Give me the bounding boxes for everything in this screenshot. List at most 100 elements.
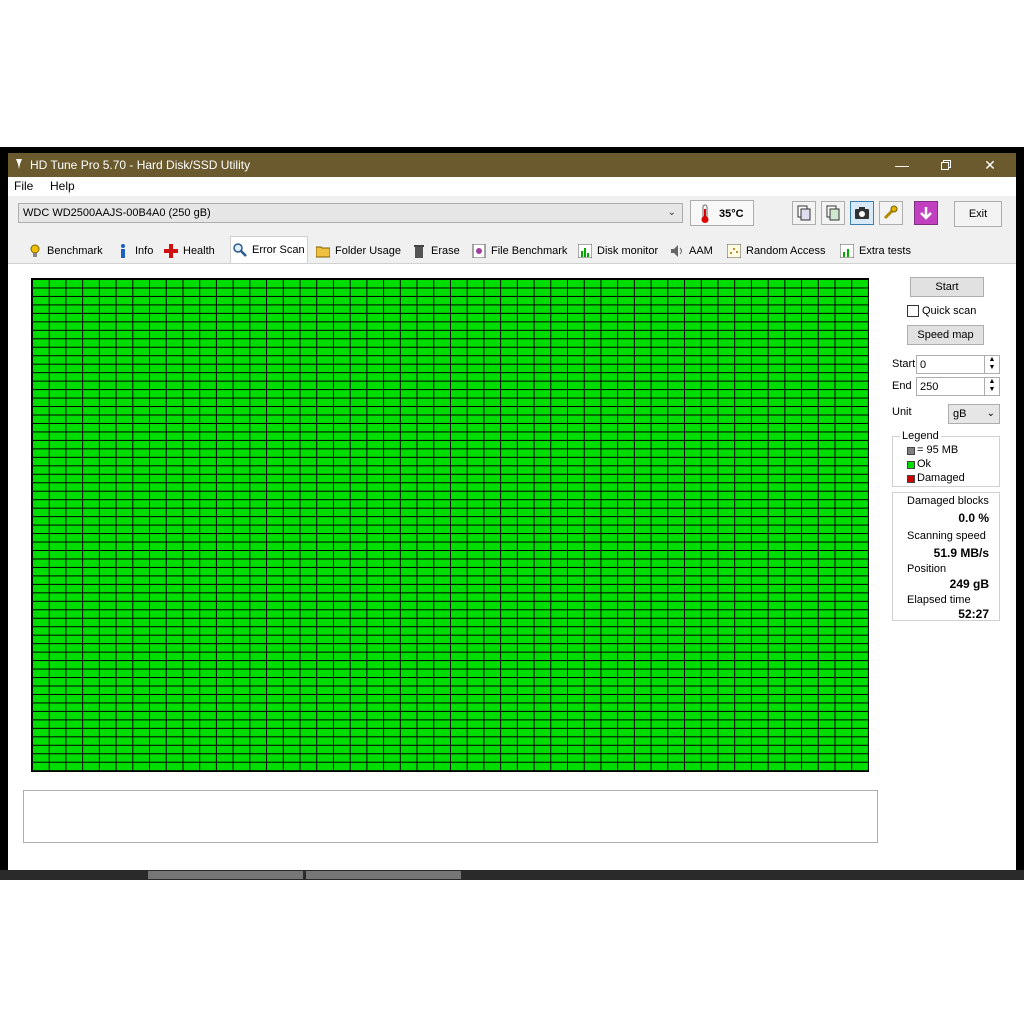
tab-error-scan[interactable]: Error Scan [230,236,308,263]
chevron-down-icon: ⌄ [667,207,676,218]
tab-label: Erase [431,245,460,257]
tab-benchmark[interactable]: Benchmark [28,239,103,263]
save-download-button[interactable] [914,201,938,225]
drive-select-value: WDC WD2500AAJS-00B4A0 (250 gB) [23,207,211,219]
scan-log-box [23,790,878,843]
health-cross-icon [164,244,178,258]
copy-info-button[interactable] [792,201,816,225]
magnifier-icon [233,243,247,257]
extra-tests-icon [840,244,854,258]
tab-label: File Benchmark [491,245,568,257]
tab-random-access[interactable]: Random Access [727,239,825,263]
spin-down-icon[interactable]: ▼ [985,364,999,372]
spinner-arrows[interactable]: ▲ ▼ [984,356,999,373]
options-button[interactable] [879,201,903,225]
tab-file-benchmark[interactable]: File Benchmark [472,239,567,263]
legend-damaged: Damaged [917,472,965,484]
lightbulb-icon [30,244,40,257]
close-button[interactable]: ✕ [968,153,1012,177]
tab-label: Health [183,245,215,257]
menu-help[interactable]: Help [50,179,75,193]
tab-bar: Benchmark Info Health Error Scan Folder … [22,236,1016,263]
chevron-down-icon: ⌄ [986,408,995,419]
speed-map-button[interactable]: Speed map [907,325,984,345]
exit-button[interactable]: Exit [954,201,1002,227]
bar-chart-icon [578,244,592,258]
title-bar: HD Tune Pro 5.70 - Hard Disk/SSD Utility… [8,153,1016,177]
legend-title: Legend [900,430,941,442]
file-benchmark-icon [472,244,486,258]
restore-button[interactable] [924,153,968,177]
taskbar-item[interactable] [306,871,461,879]
scatter-icon [727,244,741,258]
menu-file[interactable]: File [14,179,33,193]
minimize-icon: — [895,157,909,173]
legend-ok-swatch [907,461,915,469]
damaged-blocks-value: 0.0 % [958,511,989,525]
menu-bar: File Help [8,177,1016,196]
start-value: 0 [920,359,927,371]
tab-aam[interactable]: AAM [670,239,713,263]
end-spinbox[interactable]: 250 ▲ ▼ [916,377,1000,396]
tab-label: Info [135,245,154,257]
tab-health[interactable]: Health [164,239,215,263]
tab-label: Extra tests [859,245,911,257]
copy-all-icon [826,205,840,221]
elapsed-time-label: Elapsed time [907,594,971,606]
tab-label: Benchmark [47,245,103,257]
start-scan-button[interactable]: Start [910,277,984,297]
error-scan-block-grid [31,278,869,772]
error-scan-panel: Start Quick scan Speed map Start 0 ▲ ▼ En… [8,263,1016,871]
legend-box: Legend = 95 MB Ok Damaged [892,430,1000,487]
start-label: Start [892,358,916,370]
trash-icon [414,245,424,258]
quick-scan-checkbox[interactable] [907,305,919,317]
tab-erase[interactable]: Erase [412,239,460,263]
start-spinbox[interactable]: 0 ▲ ▼ [916,355,1000,374]
scanning-speed-value: 51.9 MB/s [933,546,989,560]
folder-icon [316,246,330,258]
tab-info[interactable]: Info [116,239,153,263]
minimize-button[interactable]: — [880,153,924,177]
position-label: Position [907,563,947,575]
unit-select[interactable]: gB ⌄ [948,404,1000,424]
legend-block-size: = 95 MB [917,444,959,456]
legend-block-swatch [907,447,915,455]
taskbar-item[interactable] [148,871,303,879]
scan-stats-box: Damaged blocks 0.0 % Scanning speed 51.9… [892,492,1000,621]
tab-label: Disk monitor [597,245,659,257]
spin-down-icon[interactable]: ▼ [985,386,999,394]
speaker-icon [671,245,682,257]
tab-folder-usage[interactable]: Folder Usage [316,239,401,263]
unit-label: Unit [892,406,912,418]
unit-value: gB [953,408,967,420]
toolbar: WDC WD2500AAJS-00B4A0 (250 gB) ⌄ 35°C Ex… [8,196,1016,236]
damaged-blocks-label: Damaged blocks [907,495,989,507]
position-value: 249 gB [949,577,989,591]
end-value: 250 [920,381,939,393]
restore-icon [941,160,951,170]
copy-all-button[interactable] [821,201,845,225]
legend-damaged-swatch [907,475,915,483]
drive-select[interactable]: WDC WD2500AAJS-00B4A0 (250 gB) ⌄ [18,203,683,223]
spin-up-icon[interactable]: ▲ [985,356,999,364]
tools-icon [883,205,898,220]
tab-label: Folder Usage [335,245,402,257]
close-icon: ✕ [984,156,996,173]
tab-disk-monitor[interactable]: Disk monitor [578,239,658,263]
screenshot-button[interactable] [850,201,874,225]
temperature-display: 35°C [690,200,754,226]
spin-up-icon[interactable]: ▲ [985,378,999,386]
tab-extra-tests[interactable]: Extra tests [840,239,911,263]
spinner-arrows[interactable]: ▲ ▼ [984,378,999,395]
window-title: HD Tune Pro 5.70 - Hard Disk/SSD Utility [30,158,251,172]
legend-ok: Ok [917,458,932,470]
arrow-down-icon [920,207,932,220]
info-icon [121,244,125,258]
scanning-speed-label: Scanning speed [907,530,986,542]
app-icon [16,159,22,169]
temperature-value: 35°C [719,208,744,220]
end-label: End [892,380,912,392]
app-window: File Help WDC WD2500AAJS-00B4A0 (250 gB)… [8,177,1016,871]
quick-scan-label: Quick scan [922,305,977,317]
